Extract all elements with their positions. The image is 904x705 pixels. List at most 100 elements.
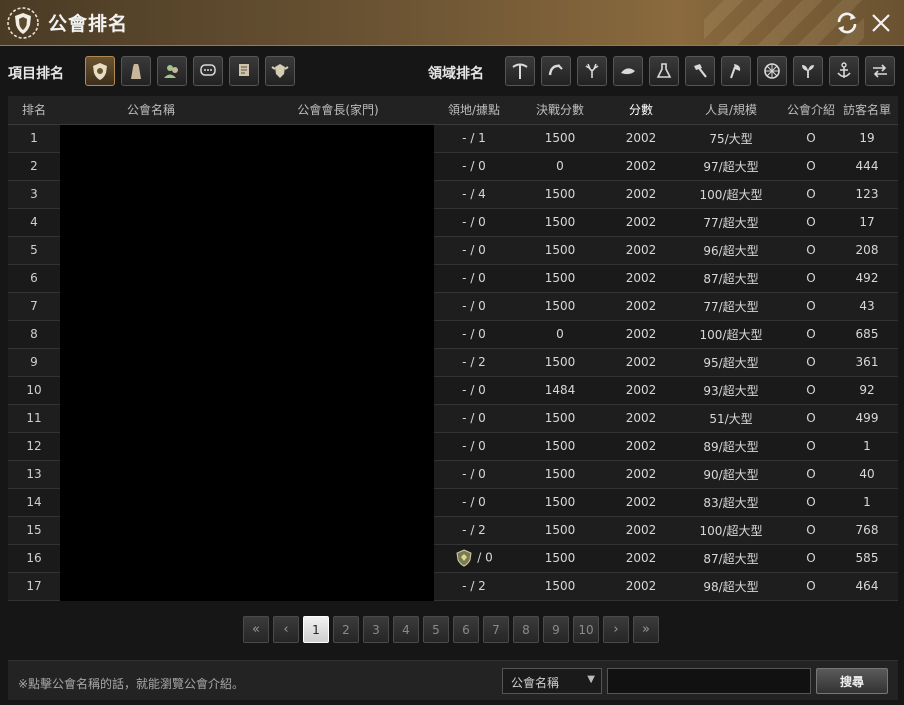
tab-scroll[interactable] — [229, 56, 259, 86]
column-header[interactable]: 訪客名單 — [836, 96, 898, 125]
table-row[interactable]: 10 - / 0 1484 2002 93/超大型 O 92 — [8, 376, 898, 405]
guild-name-cell[interactable] — [60, 376, 242, 405]
table-row[interactable]: 5 - / 0 1500 2002 96/超大型 O 208 — [8, 236, 898, 265]
rank-cell: 13 — [8, 460, 60, 489]
first-page-button[interactable]: « — [243, 616, 269, 643]
tab-gathering[interactable] — [613, 56, 643, 86]
column-header[interactable]: 公會會長(家門) — [242, 96, 434, 125]
axe-icon — [730, 64, 741, 79]
tab-chat[interactable] — [193, 56, 223, 86]
tab-trade-arrows[interactable] — [865, 56, 895, 86]
tab-sprout[interactable] — [793, 56, 823, 86]
score-cell: 2002 — [606, 208, 676, 237]
page-button[interactable]: 3 — [363, 616, 389, 643]
column-header[interactable]: 公會介紹 — [786, 96, 836, 125]
table-row[interactable]: 12 - / 0 1500 2002 89/超大型 O 1 — [8, 432, 898, 461]
tab-hammer[interactable] — [685, 56, 715, 86]
territory-cell: - / 0 — [434, 432, 514, 461]
tab-robe[interactable] — [121, 56, 151, 86]
guild-name-cell[interactable] — [60, 404, 242, 433]
page-button[interactable]: 8 — [513, 616, 539, 643]
page-button[interactable]: 6 — [453, 616, 479, 643]
guild-name-cell[interactable] — [60, 264, 242, 293]
wheel-icon — [764, 63, 780, 79]
sprout-icon — [802, 65, 814, 78]
members-cell: 89/超大型 — [676, 432, 786, 461]
tab-members[interactable] — [157, 56, 187, 86]
guild-name-cell[interactable] — [60, 124, 242, 153]
page-button[interactable]: 9 — [543, 616, 569, 643]
tab-pickaxe[interactable] — [505, 56, 535, 86]
column-header[interactable]: 領地/據點 — [434, 96, 514, 125]
territory-cell: / 0 — [434, 544, 514, 573]
battle-crest-icon — [271, 64, 289, 78]
guild-name-cell[interactable] — [60, 516, 242, 545]
column-header[interactable]: 排名 — [8, 96, 60, 125]
refresh-icon[interactable] — [833, 9, 861, 37]
tab-alchemy-flask[interactable] — [649, 56, 679, 86]
guild-name-cell[interactable] — [60, 460, 242, 489]
page-button[interactable]: 5 — [423, 616, 449, 643]
page-button[interactable]: 1 — [303, 616, 329, 643]
table-row[interactable]: 14 - / 0 1500 2002 83/超大型 O 1 — [8, 488, 898, 517]
guild-name-cell[interactable] — [60, 432, 242, 461]
score-cell: 2002 — [606, 516, 676, 545]
members-cell: 100/超大型 — [676, 320, 786, 349]
guild-name-cell[interactable] — [60, 544, 242, 573]
search-type-select[interactable]: 公會名稱 ▼ — [502, 668, 602, 694]
table-row[interactable]: 6 - / 0 1500 2002 87/超大型 O 492 — [8, 264, 898, 293]
guild-name-cell[interactable] — [60, 488, 242, 517]
battle-score-cell: 1500 — [514, 236, 606, 265]
table-row[interactable]: 2 - / 0 0 2002 97/超大型 O 444 — [8, 152, 898, 181]
guild-name-cell[interactable] — [60, 180, 242, 209]
tab-guild-crest[interactable] — [85, 56, 115, 86]
page-button[interactable]: 7 — [483, 616, 509, 643]
visitors-cell: 19 — [836, 124, 898, 153]
guild-name-cell[interactable] — [60, 208, 242, 237]
tab-deer[interactable] — [577, 56, 607, 86]
column-header[interactable]: 公會名稱 — [60, 96, 242, 125]
tab-anchor[interactable] — [829, 56, 859, 86]
column-header[interactable]: 決戰分數 — [514, 96, 606, 125]
column-header[interactable]: 人員/規模 — [676, 96, 786, 125]
territory-cell: - / 2 — [434, 516, 514, 545]
guild-name-cell[interactable] — [60, 348, 242, 377]
intro-cell: O — [786, 152, 836, 181]
prev-page-button[interactable]: ‹ — [273, 616, 299, 643]
table-row[interactable]: 11 - / 0 1500 2002 51/大型 O 499 — [8, 404, 898, 433]
close-icon[interactable] — [867, 9, 895, 37]
guild-name-cell[interactable] — [60, 572, 242, 601]
page-button[interactable]: 4 — [393, 616, 419, 643]
tab-axe[interactable] — [721, 56, 751, 86]
search-input[interactable] — [607, 668, 811, 694]
page-button[interactable]: 2 — [333, 616, 359, 643]
table-row[interactable]: 4 - / 0 1500 2002 77/超大型 O 17 — [8, 208, 898, 237]
tab-battle-crest[interactable] — [265, 56, 295, 86]
guild-name-cell[interactable] — [60, 320, 242, 349]
rank-cell: 10 — [8, 376, 60, 405]
table-row[interactable]: 15 - / 2 1500 2002 100/超大型 O 768 — [8, 516, 898, 545]
table-row[interactable]: 7 - / 0 1500 2002 77/超大型 O 43 — [8, 292, 898, 321]
tab-wheel[interactable] — [757, 56, 787, 86]
table-row[interactable]: 16 / 0 1500 2002 87/超大型 O 585 — [8, 544, 898, 573]
tab-hoe[interactable] — [541, 56, 571, 86]
guild-name-cell[interactable] — [60, 236, 242, 265]
members-cell: 100/超大型 — [676, 180, 786, 209]
table-row[interactable]: 3 - / 4 1500 2002 100/超大型 O 123 — [8, 180, 898, 209]
table-row[interactable]: 17 - / 2 1500 2002 98/超大型 O 464 — [8, 572, 898, 601]
last-page-button[interactable]: » — [633, 616, 659, 643]
guild-name-cell[interactable] — [60, 292, 242, 321]
search-button[interactable]: 搜尋 — [816, 668, 888, 694]
dropdown-arrow-icon: ▼ — [587, 674, 595, 685]
table-row[interactable]: 1 - / 1 1500 2002 75/大型 O 19 — [8, 124, 898, 153]
search-type-value: 公會名稱 — [511, 676, 560, 690]
score-cell: 2002 — [606, 264, 676, 293]
table-row[interactable]: 9 - / 2 1500 2002 95/超大型 O 361 — [8, 348, 898, 377]
guild-name-cell[interactable] — [60, 152, 242, 181]
rank-cell: 1 — [8, 124, 60, 153]
column-header[interactable]: 分數 — [606, 96, 676, 125]
table-row[interactable]: 13 - / 0 1500 2002 90/超大型 O 40 — [8, 460, 898, 489]
next-page-button[interactable]: › — [603, 616, 629, 643]
table-row[interactable]: 8 - / 0 0 2002 100/超大型 O 685 — [8, 320, 898, 349]
page-button[interactable]: 10 — [573, 616, 599, 643]
